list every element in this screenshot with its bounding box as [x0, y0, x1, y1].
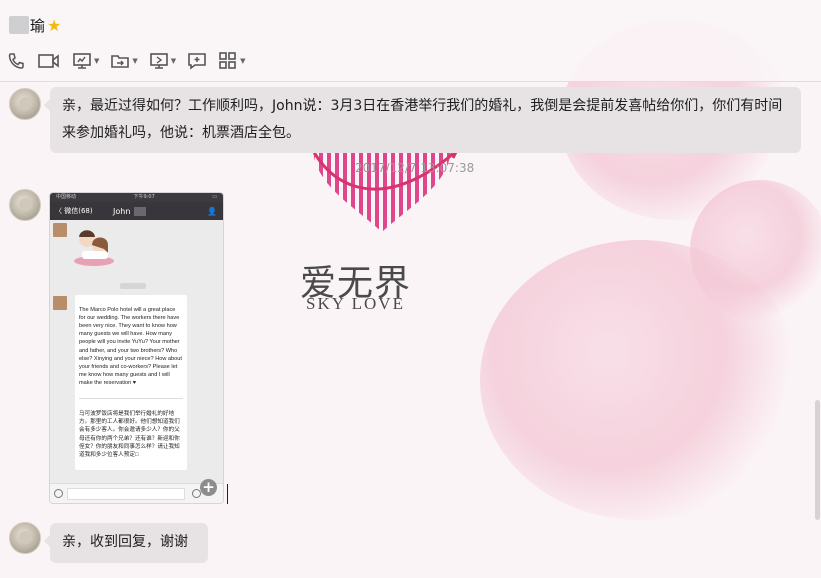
contact-name-text: 瑜: [30, 16, 46, 35]
message-bubble[interactable]: 亲，最近过得如何？工作顺利吗，John说：3月3日在香港举行我们的婚礼，我倒是会…: [44, 87, 801, 153]
zoom-in-icon[interactable]: +: [200, 479, 217, 496]
chevron-down-icon: ▼: [132, 57, 138, 65]
blurred-name-part: [9, 16, 29, 34]
phone-status-bar: 中国移动 下午9:07 ▭: [50, 193, 223, 202]
avatar[interactable]: [9, 88, 41, 120]
phone-input-bar: [50, 483, 223, 503]
remote-desktop-icon: [149, 53, 168, 69]
chat-header: 瑜 ★ ▼ ▼ ▼ ▼: [0, 0, 821, 82]
phone-nav-bar: 〈 微信(68) John 👤: [50, 202, 223, 220]
message-timestamp: 2017/12/7 13:07:38: [355, 161, 475, 175]
background-rose: [690, 180, 821, 320]
text-cursor: [227, 484, 228, 504]
voice-icon: [54, 489, 63, 498]
phone-clock: 下午9:07: [133, 194, 155, 200]
phone-call-icon: [8, 53, 24, 69]
apps-grid-button[interactable]: ▼: [218, 51, 246, 71]
english-message: The Marco Polo hotel will a great place …: [79, 307, 182, 386]
phone-carrier: 中国移动: [56, 194, 77, 200]
file-transfer-icon: [111, 55, 130, 68]
chat-image-phone-screenshot[interactable]: 中国移动 下午9:07 ▭ 〈 微信(68) John 👤 The Marco …: [50, 193, 223, 503]
battery-icon: ▭: [212, 194, 217, 200]
contact-name[interactable]: 瑜 ★: [9, 14, 61, 36]
message-text: 亲，收到回复，谢谢: [62, 534, 188, 550]
phone-chat-title: John: [113, 206, 131, 216]
phone-time-badge: [120, 283, 146, 289]
screen-share-button[interactable]: ▼: [72, 51, 99, 71]
avatar[interactable]: [9, 522, 41, 554]
chevron-down-icon: ▼: [240, 57, 246, 65]
message-button[interactable]: [187, 51, 207, 71]
toolbar: ▼ ▼ ▼ ▼: [6, 50, 257, 72]
phone-input-field: [67, 488, 185, 500]
avatar[interactable]: [9, 189, 41, 221]
chevron-down-icon: ▼: [94, 57, 100, 65]
phone-avatar: [53, 296, 67, 310]
chevron-down-icon: ▼: [170, 57, 177, 65]
phone-call-button[interactable]: [6, 51, 26, 71]
blurred-name-part: [134, 207, 146, 216]
phone-back-label: 〈 微信(68): [55, 207, 93, 215]
phone-message: The Marco Polo hotel will a great place …: [75, 295, 187, 470]
video-call-button[interactable]: [37, 51, 61, 71]
message-bubble[interactable]: 亲，收到回复，谢谢: [44, 523, 208, 563]
couple-sticker: [74, 230, 114, 266]
remote-desktop-button[interactable]: ▼: [149, 51, 176, 71]
message-icon: [188, 53, 206, 70]
chinese-message: 马可波罗饭店将是我们举行婚礼的好地方。那里的工人都很好。他们想知道我们会有多少客…: [79, 411, 180, 458]
file-transfer-button[interactable]: ▼: [110, 51, 138, 71]
person-icon: 👤: [207, 206, 217, 216]
scrollbar[interactable]: [815, 400, 820, 520]
watermark-english: SKY LOVE: [306, 294, 405, 313]
video-call-icon: [38, 54, 59, 68]
star-icon: ★: [47, 15, 62, 35]
message-text: 亲，最近过得如何？工作顺利吗，John说：3月3日在香港举行我们的婚礼，我倒是会…: [62, 98, 783, 141]
phone-avatar: [53, 223, 67, 237]
apps-grid-icon: [219, 52, 236, 69]
screen-share-icon: [73, 53, 91, 69]
